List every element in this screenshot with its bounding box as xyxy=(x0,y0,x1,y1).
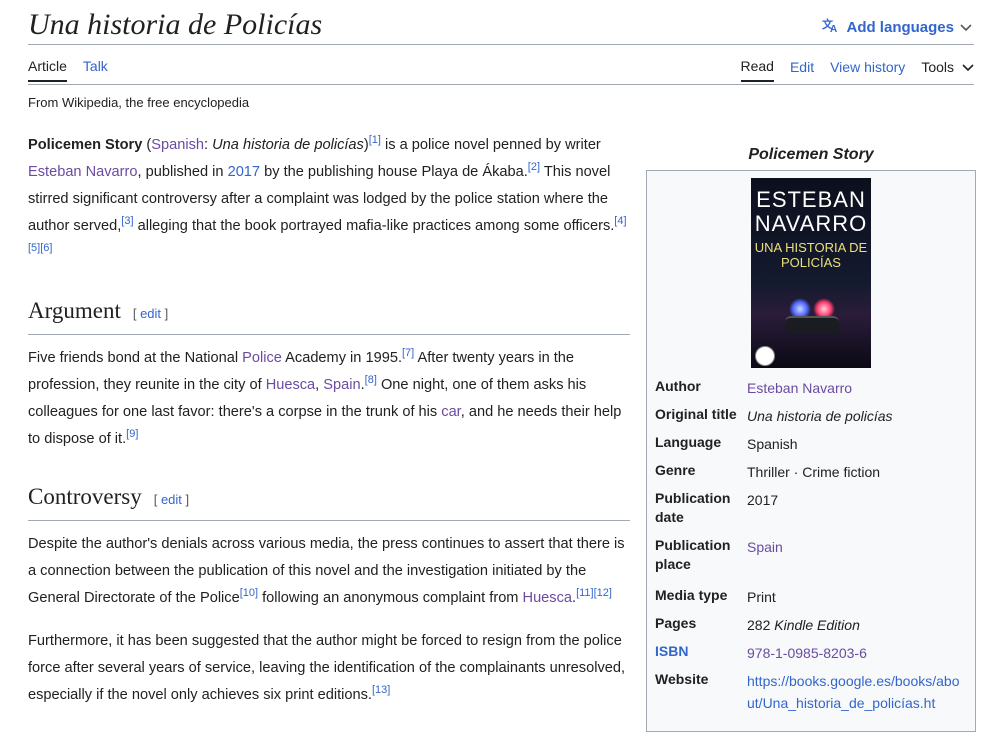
ref-link[interactable]: [13] xyxy=(372,684,390,696)
site-subtitle: From Wikipedia, the free encyclopedia xyxy=(28,95,250,110)
text: alleging that the book portrayed mafia-l… xyxy=(133,218,615,234)
row-label: Media type xyxy=(655,587,728,603)
section-heading-controversy: Controversy [ edit ] xyxy=(28,481,630,521)
text: by the publishing house Playa de Ákaba. xyxy=(260,164,528,180)
infobox-row-website: Website https://books.google.es/books/ab… xyxy=(655,670,967,714)
edit-section-link[interactable]: [ edit ] xyxy=(154,492,189,507)
link-spain[interactable]: Spain xyxy=(747,539,783,555)
tab-read[interactable]: Read xyxy=(740,58,774,82)
row-label: Pages xyxy=(655,615,697,631)
link-spain[interactable]: Spain xyxy=(323,377,360,393)
add-languages-label: Add languages xyxy=(846,18,954,36)
ref-link[interactable]: [1] xyxy=(369,134,381,146)
section-heading-argument: Argument [ edit ] xyxy=(28,295,630,335)
title-divider xyxy=(28,44,974,45)
namespace-tabs: Article Talk xyxy=(28,58,108,82)
page-title: Una historia de Policías xyxy=(28,8,323,41)
link-huesca[interactable]: Huesca xyxy=(266,377,315,393)
tab-view-history[interactable]: View history xyxy=(830,59,905,81)
row-label: Genre xyxy=(655,462,696,478)
ref-link[interactable]: [11][12] xyxy=(576,587,612,599)
tools-menu[interactable]: Tools xyxy=(921,59,974,81)
row-value-note: Kindle Edition xyxy=(774,617,860,633)
edit-link[interactable]: edit xyxy=(161,492,182,507)
row-value: Print xyxy=(747,589,776,605)
intro-paragraph: Policemen Story (Spanish: Una historia d… xyxy=(28,134,627,255)
link-website[interactable]: https://books.google.es/books/about/Una_… xyxy=(747,673,959,711)
text: , published in xyxy=(137,164,228,180)
row-label: Language xyxy=(655,434,722,450)
text: is a police novel penned by writer xyxy=(380,137,601,153)
tab-talk[interactable]: Talk xyxy=(83,58,108,82)
row-label: Publication place xyxy=(655,537,731,572)
row-label: Original title xyxy=(655,406,737,422)
link-isbn-number[interactable]: 978-1-0985-8203-6 xyxy=(747,645,867,661)
row-value: 282 xyxy=(747,617,771,633)
row-value: Una historia de policías xyxy=(747,408,893,424)
original-title: Una historia de policías xyxy=(212,137,364,153)
text: Five friends bond at the National xyxy=(28,350,243,366)
article-subject: Policemen Story xyxy=(28,137,143,153)
row-label: Author xyxy=(655,378,701,394)
argument-paragraph: Five friends bond at the National Police… xyxy=(28,347,622,447)
cover-title-text: UNA HISTORIA DE POLICÍAS xyxy=(754,240,868,270)
infobox-row-pages: Pages 282 Kindle Edition xyxy=(655,614,967,636)
infobox-row-author: Author Esteban Navarro xyxy=(655,377,967,399)
cover-police-car xyxy=(785,316,839,334)
heading-text: Controversy xyxy=(28,484,142,509)
link-author[interactable]: Esteban Navarro xyxy=(28,164,138,180)
view-tabs: Read Edit View history Tools xyxy=(740,58,975,82)
link-spanish[interactable]: Spanish xyxy=(151,137,204,153)
infobox-row-isbn: ISBN 978-1-0985-8203-6 xyxy=(655,642,967,664)
row-value: Spanish xyxy=(747,436,798,452)
row-value: 2017 xyxy=(747,492,779,508)
tools-label: Tools xyxy=(921,59,954,75)
text: Furthermore, it has been suggested that … xyxy=(28,633,626,703)
infobox-row-original-title: Original title Una historia de policías xyxy=(655,405,967,427)
controversy-paragraph-2: Furthermore, it has been suggested that … xyxy=(28,628,630,709)
ref-link[interactable]: [8] xyxy=(365,374,377,386)
infobox-row-genre: Genre Thriller · Crime fiction xyxy=(655,461,967,483)
translate-icon: 文A xyxy=(822,17,840,37)
infobox: ESTEBAN NAVARRO UNA HISTORIA DE POLICÍAS… xyxy=(646,170,976,732)
row-value: Thriller · Crime fiction xyxy=(747,464,881,480)
row-label: Website xyxy=(655,671,709,687)
article-body: Policemen Story (Spanish: Una historia d… xyxy=(28,132,630,737)
ref-link[interactable]: [9] xyxy=(126,428,138,440)
edit-section-link[interactable]: [ edit ] xyxy=(133,306,168,321)
infobox-row-publication-date: Publication date 2017 xyxy=(655,489,967,527)
ref-link[interactable]: [10] xyxy=(240,587,258,599)
infobox-row-language: Language Spanish xyxy=(655,433,967,455)
infobox-caption: Policemen Story xyxy=(748,146,874,163)
controversy-paragraph-1: Despite the author's denials across vari… xyxy=(28,536,625,606)
link-year[interactable]: 2017 xyxy=(228,164,260,180)
link-police[interactable]: Police xyxy=(242,350,282,366)
chevron-down-icon xyxy=(960,19,972,36)
heading-text: Argument xyxy=(28,298,121,323)
text: following an anonymous complaint from xyxy=(258,590,523,606)
text: Academy in 1995. xyxy=(281,350,402,366)
chevron-down-icon xyxy=(962,59,974,75)
edit-link[interactable]: edit xyxy=(140,306,161,321)
link-isbn[interactable]: ISBN xyxy=(655,643,688,659)
row-label: Publication date xyxy=(655,490,731,525)
link-author[interactable]: Esteban Navarro xyxy=(747,380,852,396)
book-cover-image[interactable]: ESTEBAN NAVARRO UNA HISTORIA DE POLICÍAS xyxy=(751,178,871,368)
tab-edit[interactable]: Edit xyxy=(790,59,814,81)
tab-article[interactable]: Article xyxy=(28,58,67,82)
ref-link[interactable]: [2] xyxy=(528,161,540,173)
infobox-row-publication-place: Publication place Spain xyxy=(655,536,967,574)
ref-link[interactable]: [3] xyxy=(121,215,133,227)
tabs-divider xyxy=(28,84,974,85)
cover-publisher-logo xyxy=(755,346,775,366)
svg-text:A: A xyxy=(830,24,837,33)
link-huesca[interactable]: Huesca xyxy=(523,590,572,606)
ref-link[interactable]: [7] xyxy=(402,347,414,359)
link-car[interactable]: car xyxy=(441,404,460,420)
add-languages-button[interactable]: 文A Add languages xyxy=(822,17,972,37)
cover-author-text: ESTEBAN NAVARRO xyxy=(754,187,868,236)
infobox-row-media-type: Media type Print xyxy=(655,586,967,608)
